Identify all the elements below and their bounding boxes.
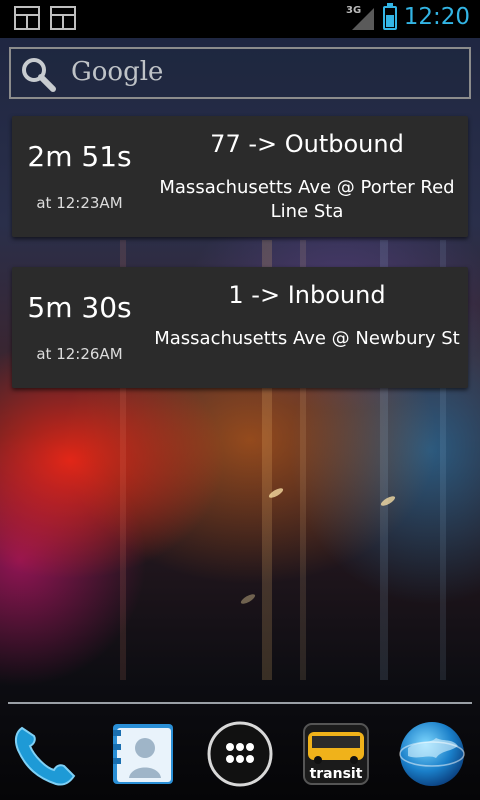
transit-icon-label: transit	[309, 766, 363, 782]
stop-name: Massachusetts Ave @ Porter Red Line Sta	[159, 177, 455, 222]
notification-icon	[14, 6, 40, 30]
dock-divider	[8, 702, 472, 704]
status-clock: 12:20	[403, 4, 470, 30]
wallpaper-spark	[379, 494, 397, 508]
battery-charging-icon	[383, 3, 397, 30]
contacts-icon	[113, 724, 173, 784]
arrival-time: at 12:26AM	[36, 345, 123, 363]
browser-globe-icon	[399, 722, 465, 786]
search-icon	[22, 58, 56, 92]
app-drawer-button[interactable]	[204, 718, 276, 790]
browser-app-button[interactable]	[396, 718, 468, 790]
stop-name: Massachusetts Ave @ Newbury St	[154, 328, 460, 349]
wallpaper-spark	[267, 486, 285, 500]
status-bar: 3G 12:20	[0, 0, 480, 38]
arrival-time: at 12:23AM	[36, 194, 123, 212]
transit-app-button[interactable]: transit	[300, 718, 372, 790]
notification-icon	[50, 6, 76, 30]
route-direction: 77 -> Outbound	[210, 130, 404, 158]
phone-icon	[14, 726, 76, 786]
phone-app-button[interactable]	[8, 718, 80, 790]
arrival-card[interactable]: 2m 51s at 12:23AM 77 -> Outbound Massach…	[12, 116, 468, 237]
search-label: Google	[71, 57, 164, 87]
google-search-bar[interactable]: Google	[9, 47, 471, 99]
contacts-app-button[interactable]	[107, 718, 179, 790]
signal-icon	[352, 8, 374, 30]
wallpaper-spark	[239, 592, 257, 606]
arrival-eta: 5m 30s	[27, 291, 132, 324]
arrival-eta: 2m 51s	[27, 140, 132, 173]
route-direction: 1 -> Inbound	[228, 281, 386, 309]
arrival-card[interactable]: 5m 30s at 12:26AM 1 -> Inbound Massachus…	[12, 267, 468, 388]
app-drawer-icon	[207, 721, 273, 787]
